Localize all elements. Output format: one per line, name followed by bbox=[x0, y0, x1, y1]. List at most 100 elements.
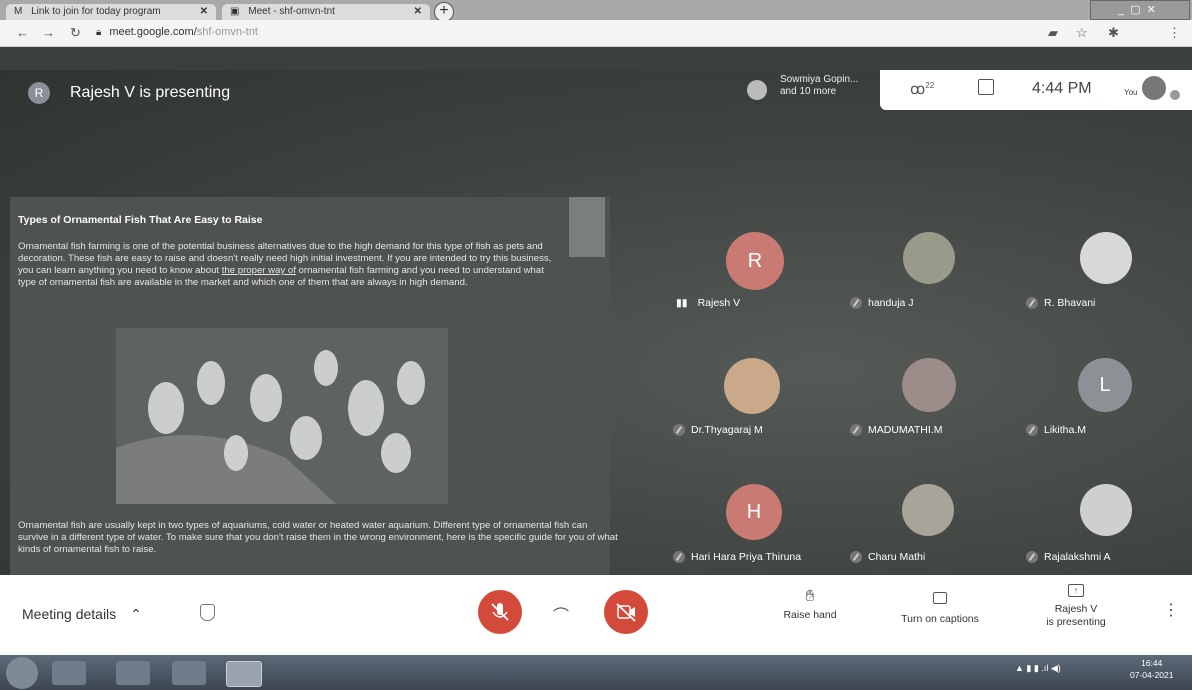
gmail-icon: M bbox=[14, 6, 23, 17]
tab-title: Meet - shf-omvn-tnt bbox=[248, 6, 335, 17]
self-status-icon bbox=[1170, 90, 1180, 100]
mic-off-icon bbox=[673, 551, 685, 564]
present-icon: ↑ bbox=[1068, 584, 1084, 597]
participant-avatar bbox=[902, 484, 954, 536]
mic-off-icon bbox=[850, 551, 862, 564]
control-bar bbox=[0, 575, 1192, 655]
meeting-details-button[interactable]: Meeting details ⌃ bbox=[22, 606, 142, 623]
url-path: shf-omvn-tnt bbox=[196, 26, 258, 38]
presenting-banner: Rajesh V is presenting bbox=[70, 84, 231, 101]
ie-taskbar-icon[interactable] bbox=[52, 661, 86, 685]
presenter-avatar: R bbox=[28, 82, 50, 104]
fish-photo bbox=[116, 328, 448, 504]
close-tab-icon[interactable]: ✕ bbox=[200, 4, 208, 20]
camera-toggle-button[interactable] bbox=[604, 590, 648, 634]
back-icon[interactable]: ← bbox=[16, 25, 29, 40]
participant-name: handuja J bbox=[850, 297, 914, 310]
extensions-icon[interactable]: ✱ bbox=[1108, 25, 1119, 41]
participant-avatar bbox=[724, 358, 780, 414]
more-options-icon[interactable]: ⋮ bbox=[1163, 600, 1179, 620]
participant-name: Rajalakshmi A bbox=[1026, 551, 1111, 564]
participant-name: R. Bhavani bbox=[1026, 297, 1095, 310]
fish-illustration bbox=[116, 328, 448, 504]
url-host: meet.google.com/ bbox=[109, 26, 197, 38]
others-line-2: and 10 more bbox=[780, 86, 837, 97]
presenting-line-1: Rajesh V bbox=[1054, 603, 1098, 615]
chevron-up-icon: ⌃ bbox=[130, 606, 142, 622]
chrome-taskbar-icon[interactable] bbox=[226, 661, 262, 687]
participant-avatar bbox=[902, 358, 956, 412]
people-button[interactable]: ꝏ22 bbox=[910, 80, 934, 98]
raise-hand-label: Raise hand bbox=[783, 609, 837, 621]
participant-name: Dr.Thyagaraj M bbox=[673, 424, 763, 437]
mic-toggle-button[interactable] bbox=[478, 590, 522, 634]
camera-indicator-icon[interactable]: ▰ bbox=[1048, 25, 1058, 41]
captions-icon bbox=[933, 592, 947, 604]
shield-icon[interactable] bbox=[200, 604, 215, 621]
lock-icon: 🔒︎ bbox=[96, 27, 102, 38]
chat-icon[interactable] bbox=[978, 79, 994, 95]
mic-off-icon bbox=[1026, 424, 1038, 437]
close-tab-icon[interactable]: ✕ bbox=[414, 4, 422, 20]
captions-button[interactable]: Turn on captions bbox=[888, 592, 992, 626]
self-avatar[interactable] bbox=[1142, 76, 1166, 100]
top-right-panel: ꝏ22 4:44 PM You bbox=[880, 70, 1192, 110]
menu-icon[interactable]: ⋮ bbox=[1168, 25, 1181, 41]
presenting-line-2: is presenting bbox=[1046, 616, 1106, 628]
mic-off-icon bbox=[1026, 297, 1038, 310]
participant-name: ▮▮ Rajesh V bbox=[676, 297, 741, 309]
mic-off-icon bbox=[850, 297, 862, 310]
camera-off-icon bbox=[616, 603, 636, 622]
participant-avatar bbox=[903, 232, 955, 284]
slide-title: Types of Ornamental Fish That Are Easy t… bbox=[18, 214, 263, 226]
participant-name: MADUMATHI.M bbox=[850, 424, 942, 437]
reload-icon[interactable]: ↻ bbox=[70, 25, 81, 41]
hang-up-icon: ⌒ bbox=[553, 608, 570, 625]
shared-screen-scrollbar bbox=[569, 197, 605, 257]
mic-off-icon bbox=[673, 424, 685, 437]
participant-name: Hari Hara Priya Thiruna bbox=[673, 551, 801, 564]
participant-avatar bbox=[1080, 484, 1132, 536]
you-label: You bbox=[1124, 88, 1138, 97]
participant-avatar: L bbox=[1078, 358, 1132, 412]
media-taskbar-icon[interactable] bbox=[172, 661, 206, 685]
people-count: 22 bbox=[925, 81, 935, 90]
slide-paragraph-2: Ornamental fish are usually kept in two … bbox=[18, 520, 618, 555]
url-field[interactable]: 🔒︎ meet.google.com/shf-omvn-tnt bbox=[96, 26, 258, 38]
system-tray[interactable]: ▲ ▮ ▮ .ıl ◀︎) bbox=[1015, 663, 1061, 674]
raise-hand-button[interactable]: ✋︎ Raise hand bbox=[770, 588, 850, 622]
taskbar-clock[interactable]: 16:44 07-04-2021 bbox=[1130, 657, 1173, 681]
forward-icon[interactable]: → bbox=[42, 25, 55, 40]
slide-paragraph-1: Ornamental fish farming is one of the po… bbox=[18, 241, 553, 289]
new-tab-button[interactable]: + bbox=[434, 2, 454, 22]
others-line-1: Sowmiya Gopin... bbox=[780, 74, 859, 85]
mic-off-icon bbox=[1026, 551, 1038, 564]
tab-link-to-join[interactable]: M Link to join for today program ✕ bbox=[6, 4, 216, 20]
star-icon[interactable]: ☆ bbox=[1076, 25, 1088, 41]
participant-avatar bbox=[747, 80, 767, 100]
participant-avatar bbox=[1080, 232, 1132, 284]
address-bar-row: ← → ↻ 🔒︎ meet.google.com/shf-omvn-tnt ▰ ☆… bbox=[0, 20, 1192, 61]
taskbar-time: 16:44 bbox=[1141, 658, 1163, 668]
captions-label: Turn on captions bbox=[901, 613, 979, 625]
present-now-button[interactable]: ↑ Rajesh V is presenting bbox=[1030, 584, 1122, 629]
mic-off-icon bbox=[491, 603, 509, 621]
start-button[interactable] bbox=[6, 657, 38, 689]
taskbar-date: 07-04-2021 bbox=[1130, 670, 1174, 680]
clock: 4:44 PM bbox=[1032, 80, 1092, 97]
leave-call-button[interactable]: ⌒ bbox=[553, 602, 569, 626]
tab-meet[interactable]: ▣ Meet - shf-omvn-tnt ✕ bbox=[222, 4, 430, 20]
meet-icon: ▣ bbox=[230, 6, 240, 17]
speaking-icon: ▮▮ bbox=[676, 297, 688, 309]
stage-top-strip bbox=[0, 47, 1192, 70]
participant-name: Charu Mathi bbox=[850, 551, 925, 564]
participant-avatar: R bbox=[726, 232, 784, 290]
window-controls[interactable]: _▢✕ bbox=[1090, 0, 1190, 20]
folder-taskbar-icon[interactable] bbox=[116, 661, 150, 685]
mic-off-icon bbox=[850, 424, 862, 437]
tab-title: Link to join for today program bbox=[31, 6, 161, 17]
hand-icon: ✋︎ bbox=[805, 588, 815, 605]
people-icon: ꝏ bbox=[910, 81, 926, 98]
participant-name: Likitha.M bbox=[1026, 424, 1086, 437]
slide-link: the proper way of bbox=[221, 265, 296, 276]
